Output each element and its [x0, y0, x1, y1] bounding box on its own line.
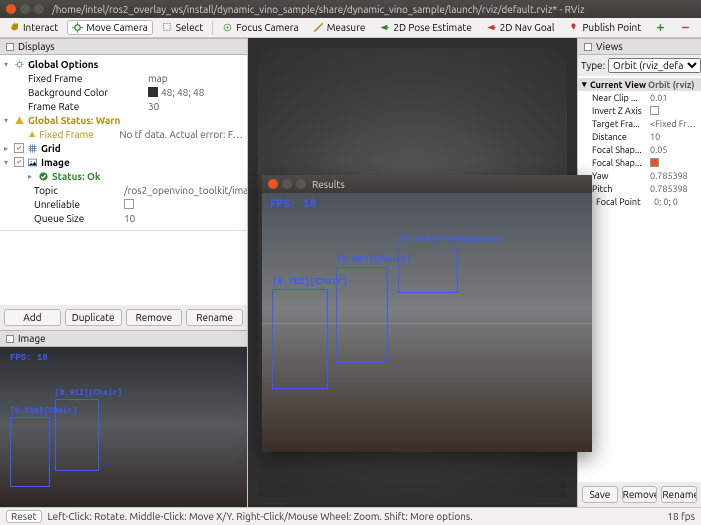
views-rename-button[interactable]: Rename: [661, 486, 697, 503]
color-swatch[interactable]: [148, 87, 158, 97]
publish-point-tool[interactable]: Publish Point: [563, 20, 646, 35]
minus-icon: [680, 22, 691, 33]
rename-button[interactable]: Rename: [186, 309, 243, 326]
measure-icon: [313, 22, 324, 33]
image-checkbox[interactable]: [14, 157, 24, 167]
move-camera-icon: [72, 22, 83, 33]
interact-tool[interactable]: Interact: [4, 20, 63, 35]
focus-camera-tool[interactable]: Focus Camera: [217, 20, 303, 35]
hand-icon: [9, 22, 20, 33]
focal-shape-checkbox[interactable]: [650, 158, 659, 167]
add-button[interactable]: Add: [4, 309, 61, 326]
detection-box: [398, 247, 458, 293]
status-hint: Left-Click: Rotate. Middle-Click: Move X…: [48, 511, 473, 522]
results-close-button[interactable]: [268, 179, 278, 189]
duplicate-button[interactable]: Duplicate: [65, 309, 122, 326]
status-fps: 18 fps: [667, 511, 695, 522]
views-panel-header[interactable]: Views: [578, 38, 701, 55]
remove-button[interactable]: Remove: [126, 309, 183, 326]
views-save-button[interactable]: Save: [582, 486, 618, 503]
arrow-green-icon: [379, 22, 390, 33]
displays-panel-header[interactable]: Displays: [0, 38, 247, 55]
unreliable-checkbox[interactable]: [124, 199, 134, 209]
move-camera-tool[interactable]: Move Camera: [67, 20, 153, 35]
gear-icon: [14, 59, 25, 70]
toolbar-remove-button[interactable]: [675, 20, 696, 35]
window-maximize-button[interactable]: [34, 4, 44, 14]
table-edge: [262, 323, 592, 324]
grid-icon: [27, 143, 38, 154]
window-minimize-button[interactable]: [20, 4, 30, 14]
pin-icon: [568, 22, 579, 33]
views-type-label: Type:: [581, 60, 605, 71]
measure-tool[interactable]: Measure: [308, 20, 371, 35]
detection-box: [10, 417, 50, 487]
image-panel-header[interactable]: Image: [0, 330, 247, 347]
nav-goal-tool[interactable]: 2D Nav Goal: [481, 20, 560, 35]
window-close-button[interactable]: [6, 4, 16, 14]
toolbar-separator: [212, 21, 213, 35]
detection-box: [272, 289, 328, 389]
results-image: FPS: 18 [0.912][TV/Monitor] [0.887][Chai…: [262, 193, 592, 452]
warning-icon: [14, 115, 25, 126]
views-remove-button[interactable]: Remove: [622, 486, 658, 503]
invert-z-checkbox[interactable]: [650, 106, 659, 115]
select-icon: [162, 22, 173, 33]
plus-icon: [655, 22, 666, 33]
image-icon: [27, 157, 38, 168]
toolbar-add-button[interactable]: [650, 20, 671, 35]
window-title: /home/intel/ros2_overlay_ws/install/dyna…: [52, 4, 585, 15]
views-tree[interactable]: ▾Current ViewOrbit (rviz) Near Clip ...0…: [578, 76, 701, 482]
results-window[interactable]: Results FPS: 18 [0.912][TV/Monitor] [0.8…: [262, 175, 592, 452]
ok-icon: [38, 171, 49, 182]
select-tool[interactable]: Select: [157, 20, 208, 35]
arrow-red-icon: [486, 22, 497, 33]
grid-checkbox[interactable]: [14, 143, 24, 153]
reset-button[interactable]: Reset: [6, 510, 42, 523]
panel-toggle-icon: [584, 43, 592, 51]
warning-icon: [28, 129, 36, 140]
pose-estimate-tool[interactable]: 2D Pose Estimate: [374, 20, 476, 35]
results-maximize-button[interactable]: [296, 179, 306, 189]
results-minimize-button[interactable]: [282, 179, 292, 189]
displays-tree[interactable]: ▾Global Options Fixed Framemap Backgroun…: [0, 55, 247, 230]
focus-icon: [222, 22, 233, 33]
views-type-select[interactable]: Orbit (rviz_defa: [608, 58, 701, 73]
panel-toggle-icon: [6, 335, 14, 343]
image-panel-view: FPS: 18 [0.912][Chair] [0.510][Chair]: [0, 347, 247, 507]
panel-toggle-icon: [6, 43, 14, 51]
results-title: Results: [312, 179, 345, 190]
